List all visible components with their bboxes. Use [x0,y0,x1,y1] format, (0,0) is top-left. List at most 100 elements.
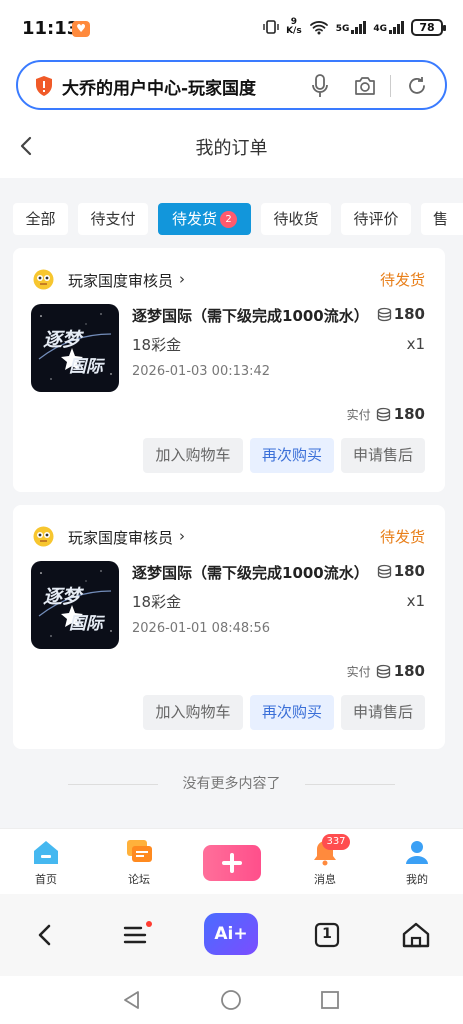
paid-value: 180 [393,405,425,423]
net-speed-unit: K/s [286,26,302,36]
tab-after-sale[interactable]: 售 [421,203,463,235]
product-price: 180 [377,562,425,580]
address-bar-divider [390,75,391,97]
after-sale-button[interactable]: 申请售后 [341,438,425,473]
nav-item-forum[interactable]: 论坛 [107,837,171,887]
page-header: 我的订单 [0,118,463,178]
product-spec: 18彩金 [132,336,182,354]
system-home-icon[interactable] [219,988,243,1012]
product-image[interactable]: 逐梦 国际 [31,561,119,649]
order-status: 待发货 [379,528,425,546]
ai-assistant-button[interactable]: Ai+ [204,913,258,955]
tab-label: 待收货 [273,210,319,228]
product-price: 180 [377,305,425,323]
signal-4g: 4G [373,20,404,34]
status-indicators: 9 K/s 5G 4G 78 [263,18,446,36]
nav-item-profile[interactable]: 我的 [385,837,449,887]
tab-count-badge: 2 [220,211,237,228]
order-time: 2026-01-03 00:13:42 [132,364,271,379]
nav-label: 论坛 [128,873,150,886]
tabs-button[interactable]: 1 [310,918,344,952]
plus-icon [222,853,242,873]
nav-label: 我的 [406,873,428,886]
app-bottom-nav: 首页 论坛 消息 337 我的 [0,828,463,894]
paid-amount: 实付 180 [347,662,425,680]
shop-name[interactable]: 玩家国度审核员 [68,527,173,548]
vibrate-icon [263,20,279,34]
coin-icon [376,664,390,678]
page-title: 我的订单 [195,138,268,159]
browser-address-area: 大乔的用户中心-玩家国度 [0,56,463,118]
product-price-value: 180 [393,562,425,580]
wifi-icon [309,21,328,35]
microphone-icon[interactable] [310,73,330,99]
order-time: 2026-01-01 08:48:56 [132,621,271,636]
app-notification-icon: ♥ [72,21,90,37]
refresh-icon[interactable] [405,74,429,98]
browser-toolbar: Ai+ 1 [0,894,463,976]
order-status: 待发货 [379,271,425,289]
product-logo-graphic: 逐梦 国际 [38,570,112,637]
nav-label: 消息 [314,873,336,886]
tab-label: 待评价 [353,210,399,228]
add-to-cart-button[interactable]: 加入购物车 [143,695,243,730]
paid-label: 实付 [346,664,371,679]
product-quantity: x1 [406,335,425,353]
product-logo-text-1: 逐梦 [43,586,84,608]
chevron-right-icon[interactable]: › [179,527,185,545]
after-sale-button[interactable]: 申请售后 [341,695,425,730]
tab-count: 1 [322,926,332,942]
product-quantity: x1 [406,592,425,610]
post-button[interactable] [203,845,261,881]
camera-icon[interactable] [353,74,377,98]
tab-label: 售 [433,210,449,228]
product-logo-text-2: 国际 [69,357,105,377]
nav-label: 首页 [35,873,57,886]
status-bar: 11:13 ♥ 9 K/s 5G 4G 78 [0,0,463,56]
address-bar[interactable]: 大乔的用户中心-玩家国度 [16,60,447,110]
network-5g-label: 5G [335,24,350,34]
tab-label: 待发货 [171,210,217,228]
tab-pending-shipment[interactable]: 待发货 2 [158,203,251,235]
coin-icon [376,407,390,421]
tab-pending-receipt[interactable]: 待收货 [261,203,331,235]
network-4g-label: 4G [373,24,387,34]
system-back-icon[interactable] [120,988,144,1012]
rebuy-button[interactable]: 再次购买 [250,695,334,730]
tab-label: 全部 [25,210,56,228]
product-logo-text-1: 逐梦 [43,329,84,351]
home-icon [34,841,58,864]
menu-icon[interactable] [118,918,152,952]
product-spec: 18彩金 [132,593,182,611]
battery-indicator: 78 [411,18,446,36]
end-of-list-text: 没有更多内容了 [182,776,281,792]
home-page-icon[interactable] [399,918,433,952]
browser-back-icon[interactable] [28,918,62,952]
product-price-value: 180 [393,305,425,323]
tab-pending-review[interactable]: 待评价 [341,203,411,235]
system-recents-icon[interactable] [318,988,342,1012]
product-name[interactable]: 逐梦国际（需下级完成1000流水） [132,305,369,326]
order-card: 玩家国度审核员 › 待发货 逐梦 国际 逐梦国际（需下级完成1000流水） 18… [13,248,445,492]
shop-avatar-icon [33,526,54,547]
tab-pending-payment[interactable]: 待支付 [78,203,148,235]
order-tabs: 全部 待支付 待发货 2 待收货 待评价 售 [0,200,463,240]
system-navigation-bar [0,976,463,1024]
product-logo-graphic: 逐梦 国际 [38,313,112,380]
product-image[interactable]: 逐梦 国际 [31,304,119,392]
nav-item-home[interactable]: 首页 [14,837,78,887]
product-name[interactable]: 逐梦国际（需下级完成1000流水） [132,562,369,583]
paid-amount: 实付 180 [347,405,425,423]
rebuy-button[interactable]: 再次购买 [250,438,334,473]
shop-name[interactable]: 玩家国度审核员 [68,270,173,291]
shop-avatar-icon [33,269,54,290]
signal-5g: 5G [336,20,367,34]
tab-all[interactable]: 全部 [13,203,68,235]
product-logo-text-2: 国际 [69,614,105,634]
divider-line [305,784,395,785]
address-text[interactable]: 大乔的用户中心-玩家国度 [62,74,256,99]
net-speed: 9 K/s [286,18,302,36]
add-to-cart-button[interactable]: 加入购物车 [143,438,243,473]
chevron-right-icon[interactable]: › [179,270,185,288]
forum-icon [127,840,152,862]
